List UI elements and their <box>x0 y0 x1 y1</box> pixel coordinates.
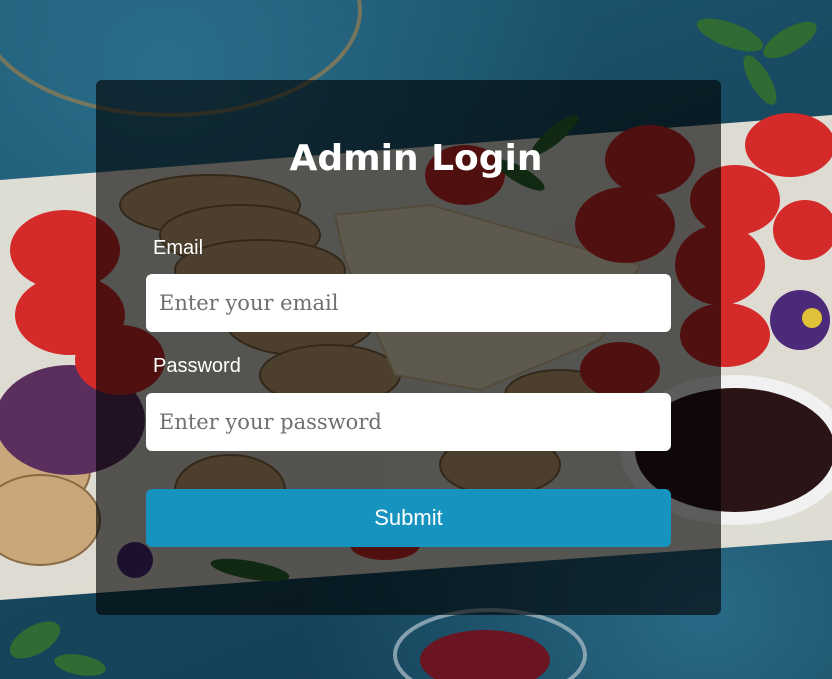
submit-button[interactable]: Submit <box>146 489 671 547</box>
password-label: Password <box>153 355 241 377</box>
email-label: Email <box>153 237 204 259</box>
page-title: Admin Login <box>289 138 543 179</box>
password-field[interactable] <box>146 393 671 451</box>
email-field[interactable] <box>146 274 671 332</box>
